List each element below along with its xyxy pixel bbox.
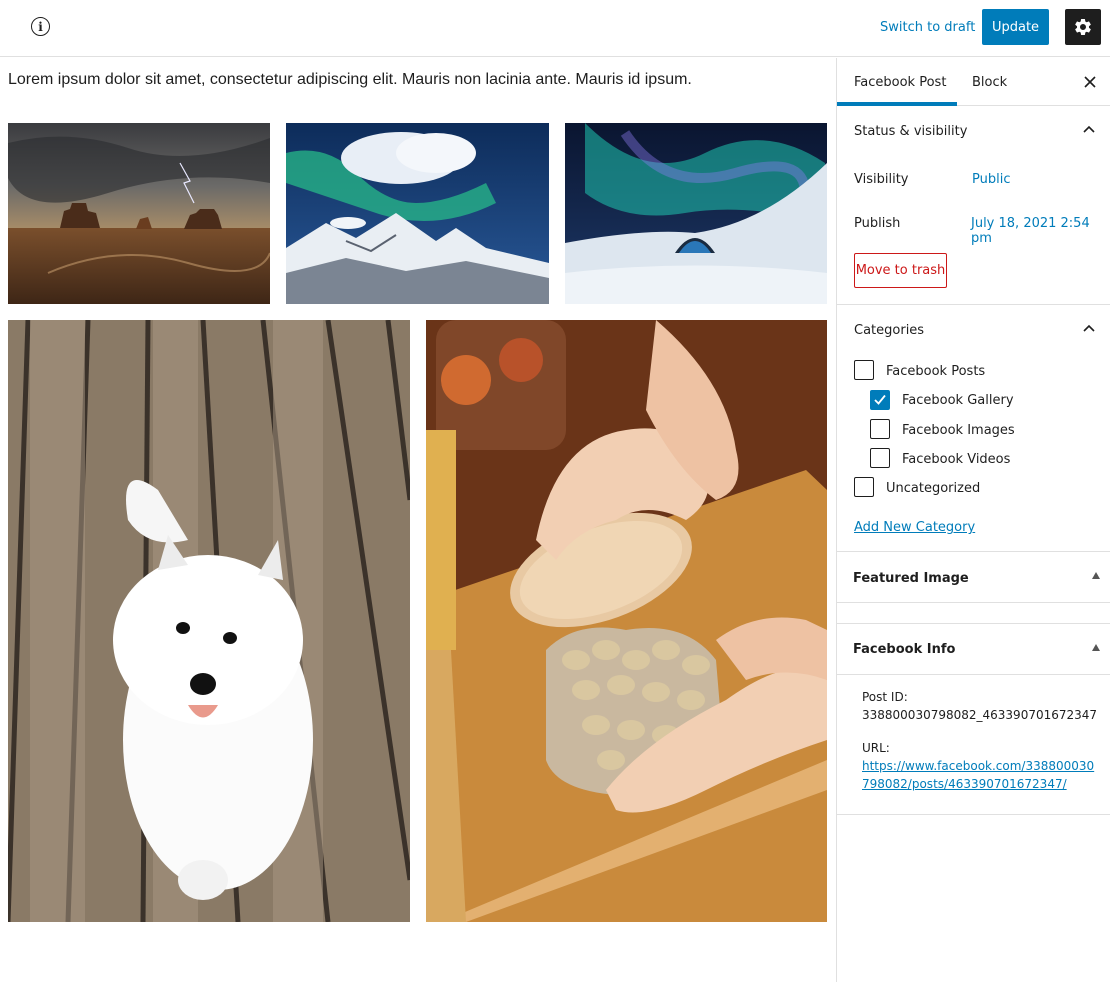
category-checkbox-uncategorized[interactable] [854,477,874,497]
settings-sidebar: Facebook Post Block Status & visibility … [836,58,1110,982]
divider [837,623,1110,624]
move-to-trash-button[interactable]: Move to trash [854,253,947,288]
divider [837,304,1110,305]
tab-facebook-post[interactable]: Facebook Post [837,58,957,106]
settings-button[interactable] [1065,9,1101,45]
category-checkbox-facebook-posts[interactable] [854,360,874,380]
featured-image-title[interactable]: Featured Image [853,571,969,586]
post-id-value: 338800030798082_463390701672347 [862,708,1098,722]
gallery-image-aurora-mountains[interactable] [286,123,549,304]
category-label: Facebook Videos [902,452,1011,467]
triangle-up-icon[interactable] [1092,572,1100,579]
gallery-image-desert[interactable] [8,123,270,304]
gear-icon [1075,18,1091,35]
category-checkbox-facebook-videos[interactable] [870,448,890,468]
editor-canvas: Lorem ipsum dolor sit amet, consectetur … [0,58,836,982]
add-new-category-link[interactable]: Add New Category [854,520,975,535]
sidebar-tabs: Facebook Post Block [837,58,1110,106]
publish-date[interactable]: July 18, 2021 2:54 pm [971,216,1110,246]
gallery-image-puppy[interactable] [8,320,410,922]
category-label: Facebook Images [902,423,1015,438]
visibility-value[interactable]: Public [972,172,1010,187]
editor-header: i Switch to draft Update [0,0,1110,57]
facebook-post-url-link[interactable]: https://www.facebook.com/338800030798082… [862,757,1097,793]
category-label: Facebook Posts [886,364,986,379]
category-label: Uncategorized [886,481,981,496]
visibility-label: Visibility [854,172,909,187]
close-icon[interactable] [1080,72,1100,92]
category-checkbox-facebook-images[interactable] [870,419,890,439]
url-label: URL: [862,741,890,755]
chevron-up-icon[interactable] [1082,322,1096,336]
category-checkbox-facebook-gallery[interactable] [870,390,890,410]
status-visibility-title[interactable]: Status & visibility [854,124,967,139]
post-id-label: Post ID: [862,690,908,704]
divider [837,551,1110,552]
checkmark-icon [874,394,886,405]
facebook-info-title[interactable]: Facebook Info [853,642,955,657]
divider [837,674,1110,675]
triangle-up-icon[interactable] [1092,644,1100,651]
chevron-up-icon[interactable] [1082,123,1096,137]
divider [837,602,1110,603]
update-button[interactable]: Update [982,9,1049,45]
divider [837,814,1110,815]
tab-block[interactable]: Block [972,58,1007,106]
categories-title[interactable]: Categories [854,323,924,338]
paragraph-block[interactable]: Lorem ipsum dolor sit amet, consectetur … [8,70,818,90]
category-label: Facebook Gallery [902,393,1014,408]
gallery-image-ice-hotel[interactable] [565,123,827,304]
switch-to-draft-button[interactable]: Switch to draft [880,20,975,35]
gallery-image-pistachio-jar[interactable] [426,320,827,922]
info-icon[interactable]: i [31,17,50,36]
publish-label: Publish [854,216,901,231]
